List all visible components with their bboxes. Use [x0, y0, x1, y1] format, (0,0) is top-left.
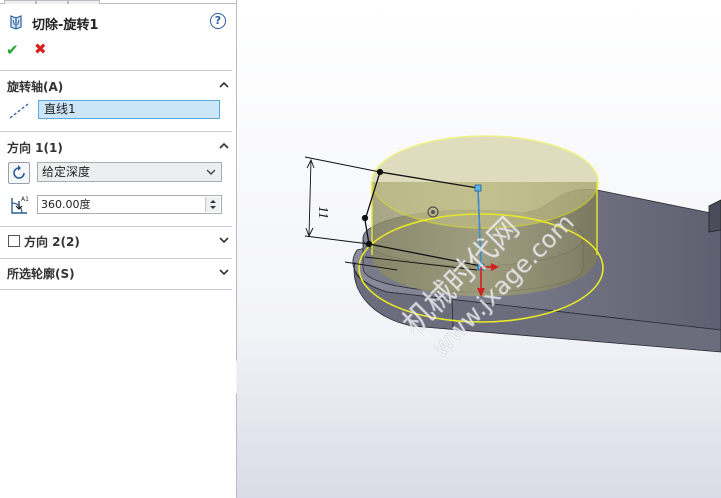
section-title-direction1: 方向 1(1) [7, 141, 63, 155]
axis-line-icon [9, 103, 29, 119]
reverse-direction-button[interactable] [8, 162, 30, 184]
section-title-axis: 旋转轴(A) [7, 80, 64, 94]
divider [0, 70, 232, 71]
angle-icon: A1 [11, 196, 29, 214]
divider [0, 131, 232, 132]
end-condition-select[interactable]: 给定深度 [37, 162, 222, 182]
section-title-direction2: 方向 2(2) [24, 235, 80, 249]
chevron-down-icon[interactable] [218, 266, 230, 278]
stepper-arrows-icon [210, 200, 216, 209]
feature-title: 切除-旋转1 [32, 18, 99, 33]
model-canvas[interactable]: 11 机械时代网 www.jxage.com [237, 0, 721, 498]
tab-configuration-manager[interactable] [68, 0, 100, 4]
axis-endpoint-handle[interactable] [474, 184, 482, 192]
graphics-viewport[interactable]: 11 机械时代网 www.jxage.com [237, 0, 721, 498]
manager-tabs [0, 0, 236, 4]
end-condition-value: 给定深度 [42, 165, 91, 179]
angle-value: 360.00度 [41, 198, 91, 211]
chevron-up-icon[interactable] [218, 140, 230, 152]
angle-stepper[interactable] [205, 197, 220, 212]
ok-button[interactable]: ✔ [6, 41, 19, 59]
section-title-contours: 所选轮廓(S) [7, 267, 75, 281]
dimension-label: 11 [315, 206, 330, 219]
chevron-up-icon[interactable] [218, 79, 230, 91]
tab-feature-manager[interactable] [4, 0, 36, 4]
reverse-direction-icon [13, 165, 25, 179]
angle-input[interactable]: 360.00度 [37, 195, 222, 214]
cancel-button[interactable]: ✖ [34, 40, 47, 58]
property-manager: 切除-旋转1 ? ✔ ✖ 旋转轴(A) 直线1 方向 1(1) 给定深度 A1 … [0, 0, 237, 498]
feature-header: 切除-旋转1 ? [0, 8, 236, 36]
svg-text:A1: A1 [21, 196, 29, 203]
help-icon[interactable]: ? [210, 13, 226, 29]
axis-selection-field[interactable]: 直线1 [38, 100, 220, 119]
chevron-down-icon [206, 169, 216, 175]
cut-revolve-icon [10, 15, 22, 30]
divider [0, 258, 232, 259]
chevron-down-icon[interactable] [218, 234, 230, 246]
divider [0, 289, 232, 290]
divider [0, 226, 232, 227]
tab-property-manager[interactable] [36, 0, 68, 4]
direction2-checkbox[interactable] [8, 235, 20, 247]
